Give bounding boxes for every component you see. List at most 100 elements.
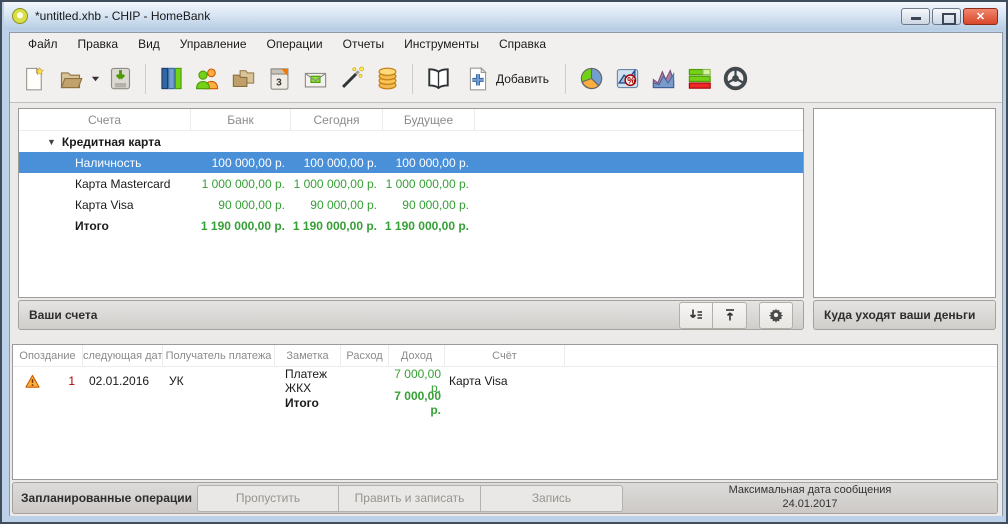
account-row-cash[interactable]: Наличность 100 000,00 р. 100 000,00 р. 1… xyxy=(19,152,803,173)
toolbar: 3 Добавить % xyxy=(10,55,1002,102)
toolbar-separator xyxy=(412,64,413,94)
balance-report-button[interactable]: % xyxy=(609,60,645,98)
assign-wand-icon xyxy=(338,65,365,92)
account-row-mastercard[interactable]: Карта Mastercard 1 000 000,00 р. 1 000 0… xyxy=(19,173,803,194)
column-header-memo[interactable]: Заметка xyxy=(275,345,341,367)
homebank-window: *untitled.xhb - CHIP - HomeBank Файл Пра… xyxy=(0,0,1008,524)
expand-all-button[interactable] xyxy=(679,302,713,329)
accounts-table-header: Счета Банк Сегодня Будущее xyxy=(19,109,803,131)
column-header-accounts[interactable]: Счета xyxy=(19,109,191,131)
account-name: Карта Visa xyxy=(19,198,191,212)
total-label: Итого xyxy=(19,219,191,233)
gear-icon xyxy=(768,307,784,323)
scheduled-row[interactable]: 1 02.01.2016 УК Платеж ЖКХ 7 000,00 р. К… xyxy=(13,367,997,389)
skip-button[interactable]: Пропустить xyxy=(197,485,339,512)
collapse-expander-icon[interactable]: ▼ xyxy=(47,137,56,147)
categories-icon xyxy=(230,65,257,92)
open-file-button[interactable] xyxy=(52,60,88,98)
trendtime-report-button[interactable] xyxy=(645,60,681,98)
scheduled-total-row: Итого 7 000,00 р. xyxy=(13,389,997,411)
accounts-caption-label: Ваши счета xyxy=(29,308,97,322)
bank-total: 1 190 000,00 р. xyxy=(191,219,291,233)
spending-chart-caption-label: Куда уходят ваши деньги xyxy=(824,308,975,322)
post-button[interactable]: Запись xyxy=(481,485,623,512)
scheduled-transactions-button[interactable]: 3 xyxy=(261,60,297,98)
scheduled-caption-label: Запланированные операции xyxy=(21,491,197,505)
accounts-total-row: Итого 1 190 000,00 р. 1 190 000,00 р. 1 … xyxy=(19,215,803,236)
menu-help[interactable]: Справка xyxy=(489,34,556,54)
account-group-label: Кредитная карта xyxy=(62,135,161,149)
save-button[interactable] xyxy=(102,60,138,98)
open-recent-button[interactable] xyxy=(88,60,102,98)
balance-report-icon: % xyxy=(614,65,641,92)
account-name: Карта Mastercard xyxy=(19,177,191,191)
title-bar: *untitled.xhb - CHIP - HomeBank xyxy=(4,2,1006,30)
column-header-next-date[interactable]: следующая дата xyxy=(83,345,163,367)
add-transaction-icon xyxy=(465,66,491,92)
window-title: *untitled.xhb - CHIP - HomeBank xyxy=(35,9,210,23)
menu-view[interactable]: Вид xyxy=(128,34,170,54)
bank-balance: 1 000 000,00 р. xyxy=(191,177,291,191)
svg-text:3: 3 xyxy=(276,77,282,88)
column-header-payee[interactable]: Получатель платежа xyxy=(163,345,275,367)
future-balance: 100 000,00 р. xyxy=(383,156,475,170)
collapse-all-icon xyxy=(722,307,738,323)
vehicle-cost-button[interactable] xyxy=(717,60,753,98)
column-header-future[interactable]: Будущее xyxy=(383,109,475,131)
manage-categories-button[interactable] xyxy=(225,60,261,98)
accounts-ledger-icon xyxy=(158,65,185,92)
column-header-income[interactable]: Доход xyxy=(389,345,445,367)
maximize-button[interactable] xyxy=(932,8,961,25)
scheduled-total-label: Итого xyxy=(275,396,341,410)
budget-report-button[interactable] xyxy=(681,60,717,98)
menu-edit[interactable]: Правка xyxy=(68,34,129,54)
manage-accounts-button[interactable] xyxy=(153,60,189,98)
scheduled-panel: Опоздание следующая дата Получатель плат… xyxy=(12,344,998,480)
assign-rules-button[interactable] xyxy=(333,60,369,98)
edit-and-post-button[interactable]: Править и записать xyxy=(339,485,481,512)
menu-transactions[interactable]: Операции xyxy=(257,34,333,54)
today-balance: 90 000,00 р. xyxy=(291,198,383,212)
column-header-today[interactable]: Сегодня xyxy=(291,109,383,131)
payees-icon xyxy=(194,65,221,92)
minimize-button[interactable] xyxy=(901,8,930,25)
scheduled-total-income: 7 000,00 р. xyxy=(389,389,445,417)
currencies-icon xyxy=(374,65,401,92)
statistics-report-button[interactable] xyxy=(573,60,609,98)
help-button[interactable] xyxy=(420,60,456,98)
settings-button[interactable] xyxy=(759,302,793,329)
column-header-bank[interactable]: Банк xyxy=(191,109,291,131)
app-body: Файл Правка Вид Управление Операции Отче… xyxy=(9,32,1003,516)
close-button[interactable] xyxy=(963,8,998,25)
new-file-icon xyxy=(21,65,48,92)
budget-report-icon xyxy=(686,65,713,92)
manage-payees-button[interactable] xyxy=(189,60,225,98)
statistics-pie-icon xyxy=(578,65,605,92)
scheduled-caption-bar: Запланированные операции Пропустить Прав… xyxy=(12,482,998,514)
add-transaction-button[interactable]: Добавить xyxy=(456,60,558,98)
menu-file[interactable]: Файл xyxy=(18,34,68,54)
trendtime-report-icon xyxy=(650,65,677,92)
today-total: 1 190 000,00 р. xyxy=(291,219,383,233)
column-header-account[interactable]: Счёт xyxy=(445,345,565,367)
menu-tools[interactable]: Инструменты xyxy=(394,34,489,54)
currencies-button[interactable] xyxy=(369,60,405,98)
max-post-date-value: 24.01.2017 xyxy=(623,498,997,512)
menu-manage[interactable]: Управление xyxy=(170,34,257,54)
max-post-date-status: Максимальная дата сообщения 24.01.2017 xyxy=(623,484,997,512)
column-header-expense[interactable]: Расход xyxy=(341,345,389,367)
manage-budget-button[interactable] xyxy=(297,60,333,98)
future-balance: 90 000,00 р. xyxy=(383,198,475,212)
save-icon xyxy=(107,65,134,92)
accounts-caption-bar: Ваши счета xyxy=(18,300,804,330)
spending-chart-caption-bar: Куда уходят ваши деньги xyxy=(813,300,996,330)
account-group-row[interactable]: ▼ Кредитная карта xyxy=(19,131,803,152)
toolbar-separator xyxy=(565,64,566,94)
new-file-button[interactable] xyxy=(16,60,52,98)
svg-text:%: % xyxy=(627,76,635,86)
future-total: 1 190 000,00 р. xyxy=(383,219,475,233)
collapse-all-button[interactable] xyxy=(713,302,747,329)
column-header-late[interactable]: Опоздание xyxy=(13,345,83,367)
account-row-visa[interactable]: Карта Visa 90 000,00 р. 90 000,00 р. 90 … xyxy=(19,194,803,215)
menu-reports[interactable]: Отчеты xyxy=(333,34,394,54)
